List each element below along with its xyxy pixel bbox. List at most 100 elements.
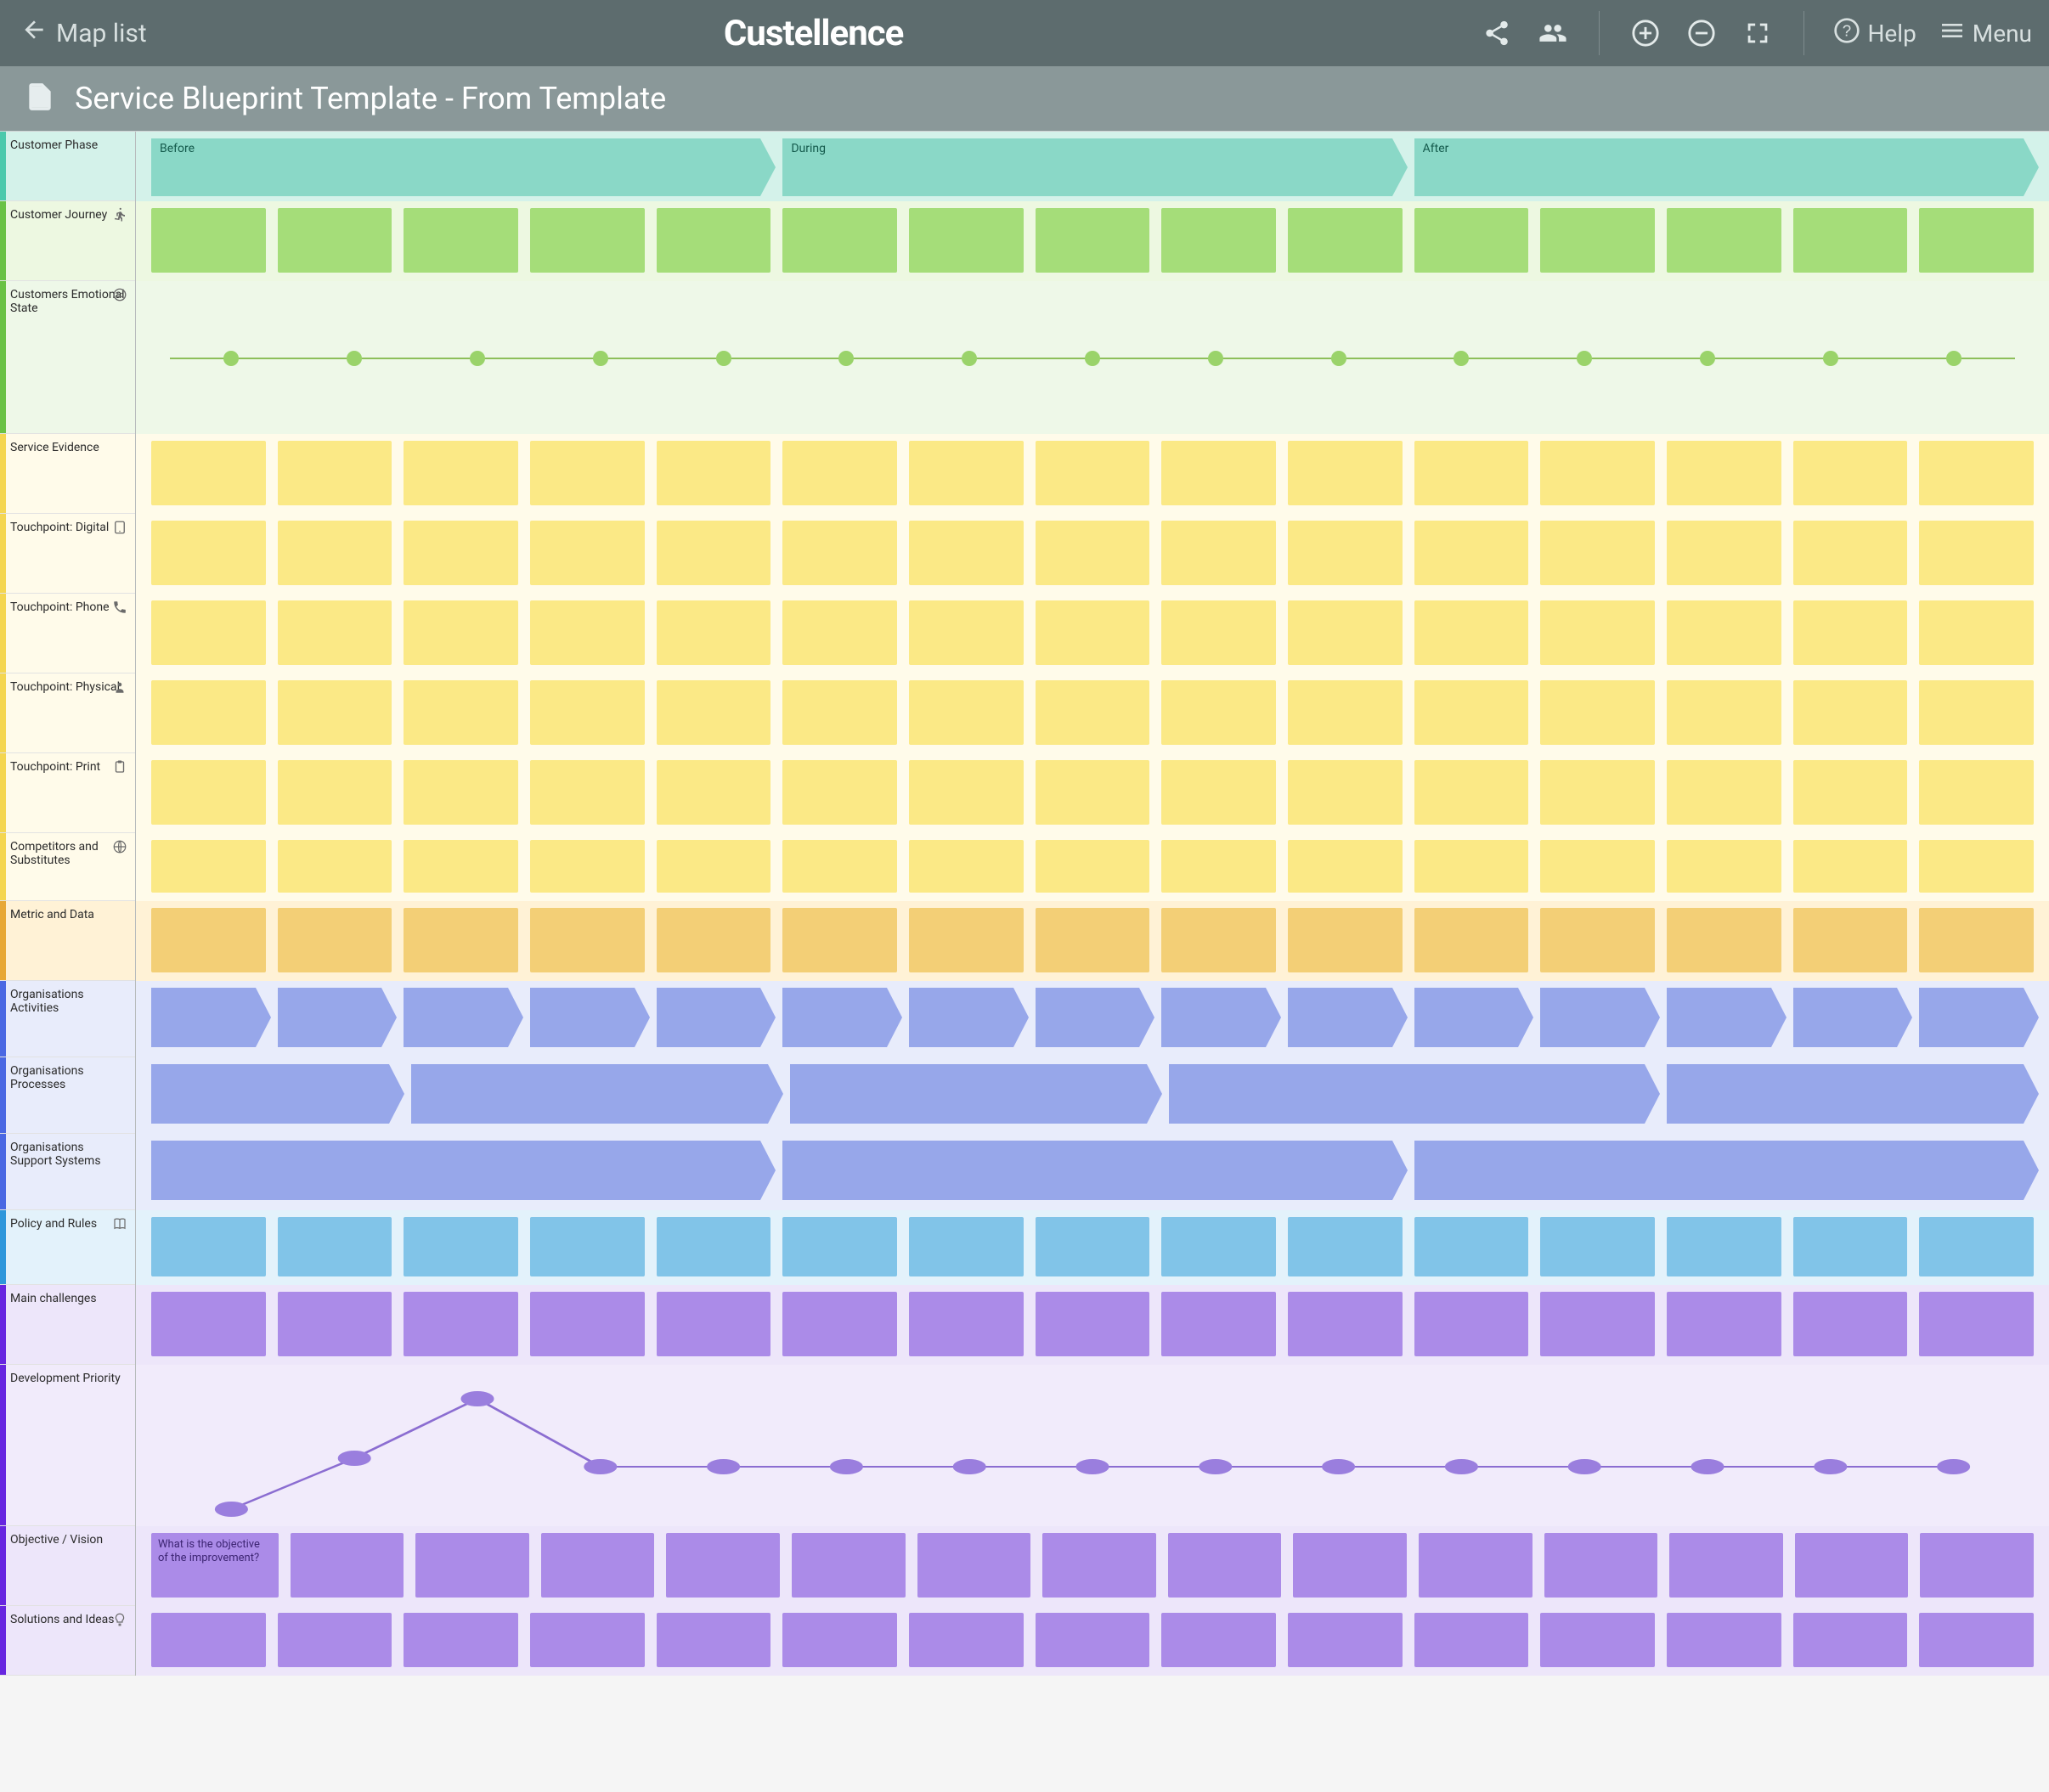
card[interactable]	[1288, 840, 1403, 893]
card[interactable]	[909, 840, 1024, 893]
card[interactable]	[782, 600, 897, 665]
card[interactable]	[151, 521, 266, 585]
card[interactable]	[151, 1292, 266, 1356]
emotional-dot[interactable]	[716, 351, 731, 366]
card[interactable]	[1036, 1292, 1150, 1356]
fullscreen-icon[interactable]	[1741, 16, 1775, 50]
lane-row-tp_digital[interactable]	[136, 514, 2049, 594]
development-dot[interactable]	[215, 1502, 248, 1517]
card[interactable]	[1414, 1292, 1529, 1356]
card[interactable]	[530, 521, 645, 585]
development-dot[interactable]	[584, 1459, 617, 1474]
card[interactable]	[1036, 840, 1150, 893]
card[interactable]	[657, 441, 771, 505]
card[interactable]	[1414, 840, 1529, 893]
card[interactable]	[1667, 760, 1781, 825]
development-dot[interactable]	[1075, 1459, 1109, 1474]
card[interactable]	[657, 1217, 771, 1276]
card[interactable]	[657, 1292, 771, 1356]
card[interactable]	[1288, 1217, 1403, 1276]
lane-label-phase[interactable]: Customer Phase	[0, 132, 135, 201]
card[interactable]	[530, 840, 645, 893]
card[interactable]	[1919, 600, 2034, 665]
emotional-dot[interactable]	[1085, 351, 1100, 366]
card[interactable]	[1161, 840, 1276, 893]
card[interactable]	[782, 680, 897, 745]
card[interactable]	[1036, 908, 1150, 972]
card[interactable]	[1919, 1613, 2034, 1667]
card[interactable]	[1288, 1292, 1403, 1356]
card[interactable]	[1667, 840, 1781, 893]
emotional-dot[interactable]	[223, 351, 239, 366]
card[interactable]	[151, 680, 266, 745]
card[interactable]	[1168, 1533, 1282, 1598]
card[interactable]	[1540, 760, 1655, 825]
card[interactable]	[1667, 521, 1781, 585]
card[interactable]	[917, 1533, 1031, 1598]
card[interactable]	[404, 908, 518, 972]
lane-label-tp_digital[interactable]: Touchpoint: Digital	[0, 514, 135, 594]
lane-row-tp_physical[interactable]	[136, 673, 2049, 753]
lane-row-org_sys[interactable]	[136, 1134, 2049, 1210]
card[interactable]	[1669, 1533, 1783, 1598]
card[interactable]	[909, 760, 1024, 825]
card[interactable]	[278, 1217, 392, 1276]
card[interactable]	[909, 1217, 1024, 1276]
content-column[interactable]: BeforeDuringAfterWhat is the objective o…	[136, 132, 2049, 1676]
card[interactable]	[909, 441, 1024, 505]
card[interactable]	[1667, 600, 1781, 665]
card[interactable]	[1161, 208, 1276, 273]
development-dot[interactable]	[1814, 1459, 1847, 1474]
card[interactable]	[151, 208, 266, 273]
process-chevron[interactable]	[151, 1064, 389, 1124]
card[interactable]	[530, 680, 645, 745]
emotional-dot[interactable]	[347, 351, 362, 366]
card[interactable]	[1161, 441, 1276, 505]
card[interactable]	[1919, 441, 2034, 505]
card[interactable]	[1288, 521, 1403, 585]
card[interactable]	[909, 521, 1024, 585]
card[interactable]	[1795, 1533, 1909, 1598]
activity-chevron[interactable]	[1414, 988, 1519, 1047]
lane-label-tp_print[interactable]: Touchpoint: Print	[0, 753, 135, 833]
emotional-dot[interactable]	[1331, 351, 1346, 366]
card[interactable]	[404, 521, 518, 585]
emotional-dot[interactable]	[962, 351, 977, 366]
card[interactable]	[1414, 760, 1529, 825]
card[interactable]	[909, 600, 1024, 665]
card[interactable]	[1793, 1217, 1908, 1276]
card[interactable]	[1414, 208, 1529, 273]
activity-chevron[interactable]	[782, 988, 887, 1047]
lane-row-emotional[interactable]	[136, 281, 2049, 434]
lane-row-metric[interactable]	[136, 901, 2049, 981]
lane-row-policy[interactable]	[136, 1210, 2049, 1285]
card[interactable]	[1793, 840, 1908, 893]
process-chevron[interactable]	[151, 1141, 760, 1200]
card[interactable]	[151, 1613, 266, 1667]
card[interactable]	[530, 908, 645, 972]
lane-row-org_act[interactable]	[136, 981, 2049, 1057]
card[interactable]	[530, 208, 645, 273]
development-dot[interactable]	[460, 1391, 494, 1406]
card[interactable]: What is the objective of the improvement…	[151, 1533, 279, 1598]
lane-label-solutions[interactable]: Solutions and Ideas	[0, 1606, 135, 1676]
card[interactable]	[909, 208, 1024, 273]
card[interactable]	[1414, 680, 1529, 745]
card[interactable]	[1544, 1533, 1658, 1598]
card[interactable]	[792, 1533, 906, 1598]
card[interactable]	[278, 208, 392, 273]
card[interactable]	[1042, 1533, 1156, 1598]
card[interactable]	[278, 760, 392, 825]
card[interactable]	[1667, 680, 1781, 745]
activity-chevron[interactable]	[1288, 988, 1392, 1047]
card[interactable]	[1288, 760, 1403, 825]
card[interactable]	[151, 600, 266, 665]
card[interactable]	[1540, 441, 1655, 505]
zoom-in-icon[interactable]	[1628, 16, 1662, 50]
lane-row-devpri[interactable]	[136, 1365, 2049, 1526]
lane-label-tp_phone[interactable]: Touchpoint: Phone	[0, 594, 135, 673]
card[interactable]	[1540, 521, 1655, 585]
zoom-out-icon[interactable]	[1685, 16, 1719, 50]
lane-row-journey[interactable]	[136, 201, 2049, 281]
card[interactable]	[1414, 908, 1529, 972]
